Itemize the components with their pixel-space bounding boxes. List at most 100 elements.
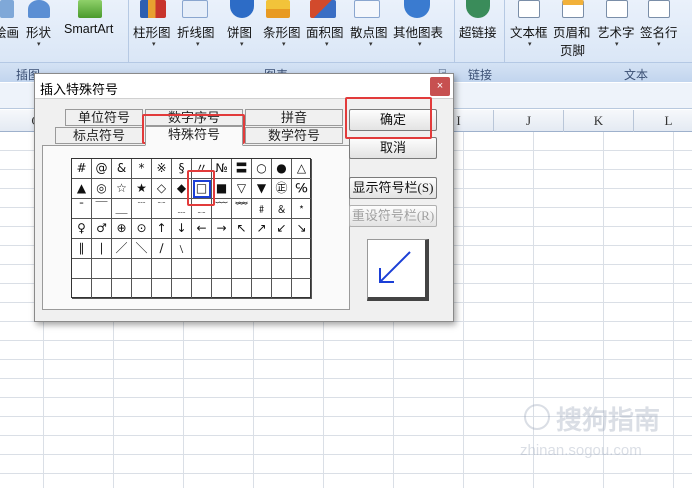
symbol-cell[interactable]: ∕	[152, 239, 172, 259]
column-chart-dropdown-icon[interactable]: ▾	[152, 40, 156, 48]
symbol-cell[interactable]: @	[92, 159, 112, 179]
symbol-cell[interactable]: ﹨	[172, 239, 192, 259]
ribbon-item-column-chart[interactable]: 柱形图	[133, 22, 171, 41]
symbol-cell[interactable]	[252, 239, 272, 259]
symbol-cell[interactable]: ↖	[232, 219, 252, 239]
symbol-cell[interactable]: &	[112, 159, 132, 179]
symbol-cell[interactable]	[112, 279, 132, 299]
symbol-cell[interactable]	[212, 279, 232, 299]
symbol-cell[interactable]: ˉ	[72, 199, 92, 219]
symbol-cell[interactable]	[72, 259, 92, 279]
symbol-cell[interactable]: №	[212, 159, 232, 179]
symbol-cell[interactable]	[172, 279, 192, 299]
symbol-cell[interactable]	[152, 259, 172, 279]
signature-line-dropdown-icon[interactable]: ▾	[657, 40, 661, 48]
ribbon-item-pie-chart[interactable]: 饼图	[227, 22, 252, 41]
symbol-cell[interactable]: ↘	[292, 219, 312, 239]
ribbon-item-header-footer[interactable]: 页眉和	[553, 22, 591, 41]
symbol-cell[interactable]: ↑	[152, 219, 172, 239]
symbol-cell[interactable]	[152, 279, 172, 299]
symbol-cell[interactable]	[252, 259, 272, 279]
symbol-cell[interactable]	[72, 279, 92, 299]
symbol-cell[interactable]	[192, 239, 212, 259]
header-footer-icon[interactable]	[562, 0, 584, 18]
symbol-cell[interactable]: 〓	[232, 159, 252, 179]
dialog-title-bar[interactable]: 插入特殊符号 ×	[35, 74, 453, 99]
symbol-cell[interactable]: ▼	[252, 179, 272, 199]
symbol-cell[interactable]: ↗	[252, 219, 272, 239]
symbol-cell[interactable]	[212, 259, 232, 279]
symbol-cell[interactable]: ♀	[72, 219, 92, 239]
column-header-l[interactable]: L	[634, 110, 692, 132]
symbol-cell[interactable]: *	[132, 159, 152, 179]
textbox-dropdown-icon[interactable]: ▾	[528, 40, 532, 48]
ribbon-item-scatter-chart[interactable]: 散点图	[350, 22, 388, 41]
symbol-cell[interactable]: ＿	[112, 199, 132, 219]
symbol-cell[interactable]	[232, 259, 252, 279]
tab-math-symbols[interactable]: 数学符号	[245, 127, 343, 144]
ribbon-item-clipart[interactable]: 绘画	[0, 22, 19, 41]
symbol-cell[interactable]	[232, 239, 252, 259]
symbol-cell[interactable]: ☆	[112, 179, 132, 199]
symbol-cell[interactable]: ㊣	[272, 179, 292, 199]
symbol-cell[interactable]: ←	[192, 219, 212, 239]
symbol-cell[interactable]: ○	[252, 159, 272, 179]
symbol-cell[interactable]: ★	[132, 179, 152, 199]
symbol-cell[interactable]: ↓	[172, 219, 192, 239]
signature-line-icon[interactable]	[648, 0, 670, 18]
symbol-cell[interactable]: ￣	[92, 199, 112, 219]
symbol-cell[interactable]: ※	[152, 159, 172, 179]
symbol-cell[interactable]	[252, 279, 272, 299]
symbol-cell-selected[interactable]: □	[192, 179, 212, 199]
symbol-cell[interactable]	[132, 279, 152, 299]
tab-unit-symbols[interactable]: 单位符号	[65, 109, 143, 126]
symbol-cell[interactable]: ▽	[232, 179, 252, 199]
symbol-cell[interactable]: ﹡	[292, 199, 312, 219]
symbol-cell[interactable]	[292, 259, 312, 279]
ribbon-item-other-charts[interactable]: 其他图表	[393, 22, 443, 41]
shapes-dropdown-icon[interactable]: ▾	[37, 40, 41, 48]
column-header-k[interactable]: K	[564, 110, 634, 132]
ribbon-item-area-chart[interactable]: 面积图	[306, 22, 344, 41]
symbol-cell[interactable]: ■	[212, 179, 232, 199]
symbol-cell[interactable]	[92, 279, 112, 299]
pie-chart-icon[interactable]	[230, 0, 254, 18]
other-charts-icon[interactable]	[404, 0, 430, 18]
symbol-cell[interactable]: ∣	[92, 239, 112, 259]
symbol-cell[interactable]: ﹎	[192, 199, 212, 219]
tab-pinyin[interactable]: 拼音	[245, 109, 343, 126]
symbol-cell[interactable]: ⊙	[132, 219, 152, 239]
bar-chart-dropdown-icon[interactable]: ▾	[282, 40, 286, 48]
symbol-cell[interactable]: ﹋	[212, 199, 232, 219]
symbol-cell[interactable]	[112, 259, 132, 279]
symbol-cell[interactable]	[92, 259, 112, 279]
ribbon-item-smartart[interactable]: SmartArt	[64, 22, 113, 36]
symbol-cell[interactable]: 〃	[192, 159, 212, 179]
symbol-cell[interactable]: ∥	[72, 239, 92, 259]
ribbon-item-signature-line[interactable]: 签名行	[640, 22, 678, 41]
symbol-cell[interactable]: ◆	[172, 179, 192, 199]
symbol-cell[interactable]: ﹌	[232, 199, 252, 219]
column-header-j[interactable]: J	[494, 110, 564, 132]
shapes-icon[interactable]	[28, 0, 50, 18]
symbol-cell[interactable]: ﹉	[132, 199, 152, 219]
symbol-cell[interactable]	[192, 279, 212, 299]
smartart-icon[interactable]	[78, 0, 102, 18]
tab-punctuation[interactable]: 标点符号	[55, 127, 143, 144]
reset-symbol-bar-button[interactable]: 重设符号栏(R)	[349, 205, 437, 227]
symbol-cell[interactable]	[172, 259, 192, 279]
cancel-button[interactable]: 取消	[349, 137, 437, 159]
symbol-cell[interactable]	[292, 239, 312, 259]
pie-chart-dropdown-icon[interactable]: ▾	[240, 40, 244, 48]
line-chart-dropdown-icon[interactable]: ▾	[196, 40, 200, 48]
symbol-cell[interactable]: ／	[112, 239, 132, 259]
symbol-cell[interactable]: ♂	[92, 219, 112, 239]
symbol-cell[interactable]: ●	[272, 159, 292, 179]
ribbon-item-line-chart[interactable]: 折线图	[177, 22, 215, 41]
textbox-icon[interactable]	[518, 0, 540, 18]
close-icon[interactable]: ×	[430, 77, 450, 96]
symbol-cell[interactable]	[132, 259, 152, 279]
scatter-chart-icon[interactable]	[354, 0, 380, 18]
tab-number-sequence[interactable]: 数字序号	[145, 109, 243, 126]
symbol-cell[interactable]: §	[172, 159, 192, 179]
